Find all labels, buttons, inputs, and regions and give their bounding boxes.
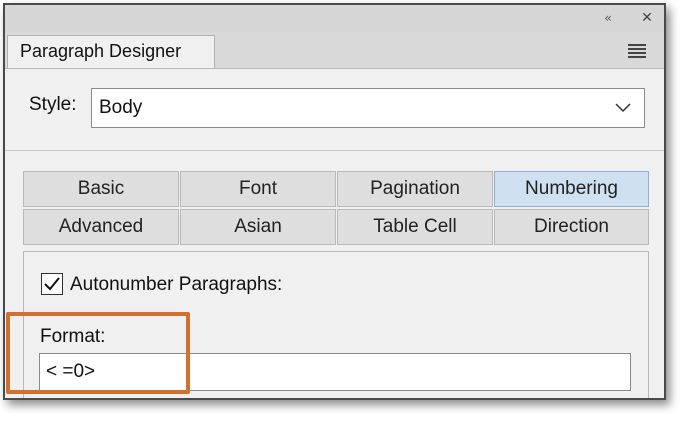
- tab-table-cell[interactable]: Table Cell: [337, 209, 493, 245]
- tab-basic[interactable]: Basic: [23, 171, 179, 207]
- style-label: Style:: [29, 94, 77, 115]
- chevron-down-icon: [615, 103, 631, 113]
- hamburger-menu-icon[interactable]: [628, 44, 646, 58]
- divider: [5, 150, 664, 151]
- tab-pagination[interactable]: Pagination: [337, 171, 493, 207]
- tab-advanced[interactable]: Advanced: [23, 209, 179, 245]
- tab-direction[interactable]: Direction: [494, 209, 649, 245]
- property-tabs: Basic Font Pagination Numbering Advanced…: [23, 171, 649, 245]
- checkmark-icon: [44, 277, 60, 291]
- tab-asian[interactable]: Asian: [180, 209, 336, 245]
- close-icon[interactable]: ✕: [637, 8, 657, 28]
- panel-tab-bar: Paragraph Designer: [5, 32, 664, 69]
- panel-titlebar: ‹‹ ✕: [5, 5, 664, 32]
- format-highlight-box: [6, 312, 190, 394]
- autonumber-label[interactable]: Autonumber Paragraphs:: [70, 274, 282, 296]
- tab-numbering[interactable]: Numbering: [494, 171, 649, 207]
- tab-font[interactable]: Font: [180, 171, 336, 207]
- collapse-double-chevron-icon[interactable]: ‹‹: [597, 8, 617, 28]
- style-dropdown[interactable]: Body: [91, 88, 645, 128]
- style-dropdown-value: Body: [99, 97, 143, 118]
- panel-tab-paragraph-designer[interactable]: Paragraph Designer: [7, 35, 215, 68]
- autonumber-checkbox[interactable]: [41, 273, 63, 295]
